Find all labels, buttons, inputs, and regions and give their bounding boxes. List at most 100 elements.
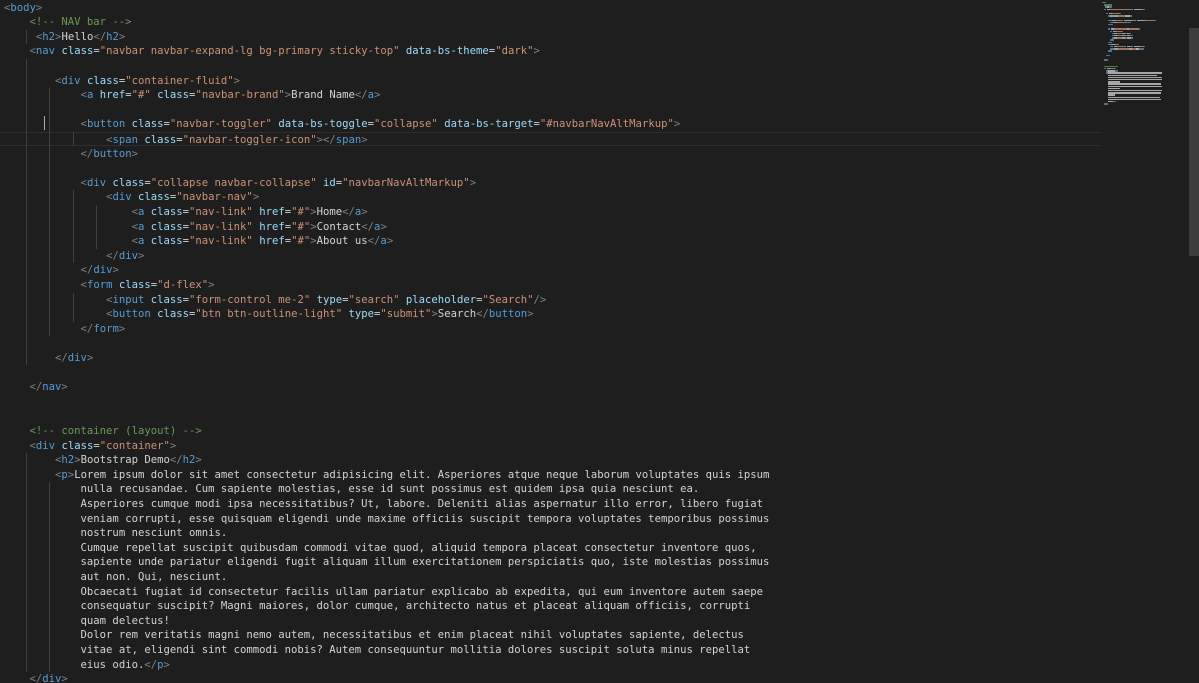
code-line[interactable]: veniam corrupti, esse quisquam eligendi …: [0, 512, 1100, 527]
code-line[interactable]: <p>Lorem ipsum dolor sit amet consectetu…: [0, 468, 1100, 483]
token-attr: id: [322, 176, 336, 189]
code-line[interactable]: </button>: [0, 147, 1100, 162]
token-tag: nav: [42, 381, 62, 394]
token-punct: >: [386, 235, 394, 248]
code-line[interactable]: nostrum nesciunt omnis.: [0, 526, 1100, 541]
code-line[interactable]: vitae at, eligendi sint commodi nobis? A…: [0, 643, 1100, 658]
code-line[interactable]: [0, 103, 1100, 118]
code-line[interactable]: <body>: [0, 1, 1100, 16]
code-line[interactable]: [0, 409, 1100, 424]
code-line[interactable]: nulla recusandae. Cum sapiente molestias…: [0, 482, 1100, 497]
token-punct: >: [673, 118, 681, 131]
text-cursor: [44, 116, 45, 130]
code-line[interactable]: eius odio.</p>: [0, 658, 1100, 673]
code-line[interactable]: </div>: [0, 672, 1100, 683]
token-tag: h2: [106, 30, 119, 43]
minimap-mark: [1111, 13, 1120, 15]
minimap-mark: [1112, 24, 1113, 26]
code-line[interactable]: <div class="container">: [0, 439, 1100, 454]
token-attr: href: [99, 89, 126, 102]
token-punct: />: [533, 293, 547, 306]
token-attr: class: [150, 205, 183, 218]
minimap-mark: [1128, 28, 1139, 30]
code-line[interactable]: </div>: [0, 351, 1100, 366]
code-line[interactable]: </div>: [0, 249, 1100, 264]
vertical-scrollbar[interactable]: [1188, 0, 1199, 683]
token-punct: </: [80, 264, 94, 277]
minimap-mark: [1108, 96, 1160, 98]
code-line[interactable]: <a href="#" class="navbar-brand">Brand N…: [0, 88, 1100, 103]
code-line[interactable]: aut non. Qui, nesciunt.: [0, 570, 1100, 585]
code-line[interactable]: [0, 59, 1100, 74]
code-line[interactable]: <button class="navbar-toggler" data-bs-t…: [0, 117, 1100, 132]
code-line[interactable]: <a class="nav-link" href="#">Home</a>: [0, 205, 1100, 220]
token-text: Dolor rem veritatis magni nemo autem, ne…: [80, 629, 744, 642]
token-tag: form: [93, 322, 119, 335]
code-line[interactable]: Asperiores cumque modi ipsa necessitatib…: [0, 497, 1100, 512]
code-line[interactable]: <h2>Hello</h2>: [0, 30, 1100, 45]
code-line[interactable]: <input class="form-control me-2" type="s…: [0, 293, 1100, 308]
code-line[interactable]: <button class="btn btn-outline-light" ty…: [0, 307, 1100, 322]
minimap[interactable]: [1102, 0, 1188, 683]
code-line[interactable]: <nav class="navbar navbar-expand-lg bg-p…: [0, 44, 1100, 59]
token-string: "Search": [482, 293, 534, 306]
code-line[interactable]: [0, 366, 1100, 381]
code-line[interactable]: consequatur suscipit? Magni maiores, dol…: [0, 599, 1100, 614]
code-line[interactable]: </form>: [0, 322, 1100, 337]
code-line[interactable]: <!-- NAV bar -->: [0, 15, 1100, 30]
token-string: "form-control me-2": [189, 293, 311, 306]
code-line[interactable]: quam delectus!: [0, 614, 1100, 629]
token-attr: placeholder: [405, 293, 477, 306]
code-line[interactable]: Cumque repellat suscipit quibusdam commo…: [0, 541, 1100, 556]
code-line[interactable]: <span class="navbar-toggler-icon"></span…: [0, 131, 1100, 147]
code-line[interactable]: </nav>: [0, 380, 1100, 395]
token-punct: >: [35, 1, 43, 14]
code-line[interactable]: [0, 336, 1100, 351]
code-line[interactable]: </div>: [0, 263, 1100, 278]
token-text: aut non. Qui, nesciunt.: [80, 570, 228, 583]
token-string: "#": [131, 89, 151, 102]
token-punct: >: [163, 658, 170, 671]
token-punct: >: [380, 220, 387, 233]
code-line[interactable]: <div class="container-fluid">: [0, 74, 1100, 89]
token-attr: type: [316, 293, 343, 306]
token-punct: >: [137, 249, 145, 262]
token-text: Brand Name: [291, 89, 355, 102]
minimap-mark: [1108, 90, 1162, 92]
token-string: "nav-link": [189, 205, 253, 218]
code-line[interactable]: <a class="nav-link" href="#">Contact</a>: [0, 220, 1100, 235]
token-string: "container": [99, 439, 170, 452]
code-line[interactable]: Dolor rem veritatis magni nemo autem, ne…: [0, 628, 1100, 643]
code-line[interactable]: Obcaecati fugiat id consectetur facilis …: [0, 585, 1100, 600]
code-line[interactable]: sapiente unde pariatur eligendi fugit al…: [0, 555, 1100, 570]
code-line[interactable]: <a class="nav-link" href="#">About us</a…: [0, 234, 1100, 249]
token-text: Search: [437, 308, 477, 321]
code-line[interactable]: <!-- container (layout) -->: [0, 424, 1100, 439]
token-tag: button: [86, 118, 126, 131]
code-area[interactable]: <body> <!-- NAV bar --> <h2>Hello</h2> <…: [0, 0, 1100, 683]
minimap-mark: [1117, 15, 1124, 17]
scrollbar-thumb[interactable]: [1189, 28, 1199, 256]
token-text: eius odio.: [80, 658, 145, 671]
token-tag: div: [118, 249, 138, 262]
code-line[interactable]: <div class="collapse navbar-collapse" id…: [0, 176, 1100, 191]
token-string: "collapse": [374, 118, 438, 131]
code-line[interactable]: <h2>Bootstrap Demo</h2>: [0, 453, 1100, 468]
code-line[interactable]: <div class="navbar-nav">: [0, 190, 1100, 205]
code-line[interactable]: <form class="d-flex">: [0, 278, 1100, 293]
token-attr: data-bs-theme: [405, 45, 489, 58]
token-punct: >: [533, 45, 540, 58]
code-line[interactable]: [0, 395, 1100, 410]
token-punct: >: [118, 322, 126, 335]
code-editor[interactable]: <body> <!-- NAV bar --> <h2>Hello</h2> <…: [0, 0, 1199, 683]
token-attr: class: [150, 220, 183, 233]
code-line[interactable]: [0, 161, 1100, 176]
